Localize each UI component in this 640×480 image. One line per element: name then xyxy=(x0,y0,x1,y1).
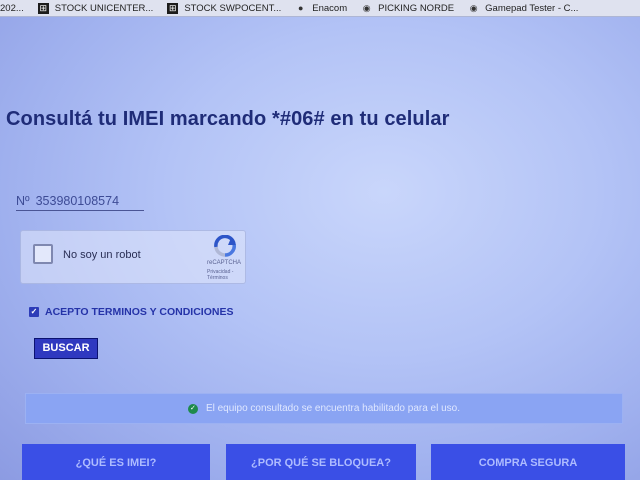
bookmark-label: 202... xyxy=(0,2,24,14)
checkmark-icon: ✓ xyxy=(29,307,39,317)
result-alert: ✓ El equipo consultado se encuentra habi… xyxy=(25,393,623,424)
buscar-button[interactable]: BUSCAR xyxy=(34,338,98,359)
bookmark-enacom[interactable]: ● Enacom xyxy=(295,3,347,14)
imei-prefix: Nº xyxy=(16,194,30,208)
site-icon: ◉ xyxy=(469,2,478,13)
recaptcha-logo-icon xyxy=(214,235,236,257)
bookmark-label: STOCK UNICENTER... xyxy=(54,2,154,14)
sheet-icon: ⊞ xyxy=(167,2,179,14)
terms-checkbox[interactable]: ✓ ACEPTO TERMINOS Y CONDICIONES xyxy=(29,306,233,318)
terms-label: ACEPTO TERMINOS Y CONDICIONES xyxy=(45,306,234,318)
site-icon: ◉ xyxy=(362,2,371,13)
recaptcha-label: No soy un robot xyxy=(63,249,141,261)
tab-compra-segura[interactable]: COMPRA SEGURA xyxy=(431,444,625,480)
tab-que-es-imei[interactable]: ¿QUÉ ES IMEI? xyxy=(22,444,210,480)
tab-por-que-se-bloquea[interactable]: ¿POR QUÉ SE BLOQUEA? xyxy=(226,444,416,480)
bookmark-stock-unicenter[interactable]: ⊞ STOCK UNICENTER... xyxy=(37,2,154,14)
recaptcha-links[interactable]: Privacidad - Términos xyxy=(207,269,245,281)
bookmark-label: PICKING NORDE xyxy=(378,2,455,14)
bottom-tabs: ¿QUÉ ES IMEI? ¿POR QUÉ SE BLOQUEA? COMPR… xyxy=(0,444,640,480)
bookmark-0[interactable]: 202... xyxy=(0,3,24,14)
bookmark-picking-norde[interactable]: ◉ PICKING NORDE xyxy=(361,3,454,14)
imei-input[interactable]: Nº 353980108574 xyxy=(16,192,144,211)
bookmark-label: STOCK SWPOCENT... xyxy=(184,2,282,14)
imei-value: 353980108574 xyxy=(35,194,120,208)
page-title: Consultá tu IMEI marcando *#06# en tu ce… xyxy=(6,108,450,130)
result-message: El equipo consultado se encuentra habili… xyxy=(205,403,461,414)
bookmark-label: Gamepad Tester - C... xyxy=(485,2,579,14)
bookmark-stock-swpocent[interactable]: ⊞ STOCK SWPOCENT... xyxy=(167,2,282,14)
site-icon: ● xyxy=(298,2,304,13)
check-circle-icon: ✓ xyxy=(187,403,198,414)
bookmark-label: Enacom xyxy=(312,2,348,14)
recaptcha-widget: No soy un robot reCAPTCHA Privacidad - T… xyxy=(20,230,246,284)
recaptcha-checkbox[interactable] xyxy=(33,244,53,264)
sheet-icon: ⊞ xyxy=(37,2,49,14)
bookmark-gamepad-tester[interactable]: ◉ Gamepad Tester - C... xyxy=(468,2,579,14)
bookmarks-bar: 202... ⊞ STOCK UNICENTER... ⊞ STOCK SWPO… xyxy=(0,0,640,17)
recaptcha-brand: reCAPTCHA xyxy=(207,260,242,266)
